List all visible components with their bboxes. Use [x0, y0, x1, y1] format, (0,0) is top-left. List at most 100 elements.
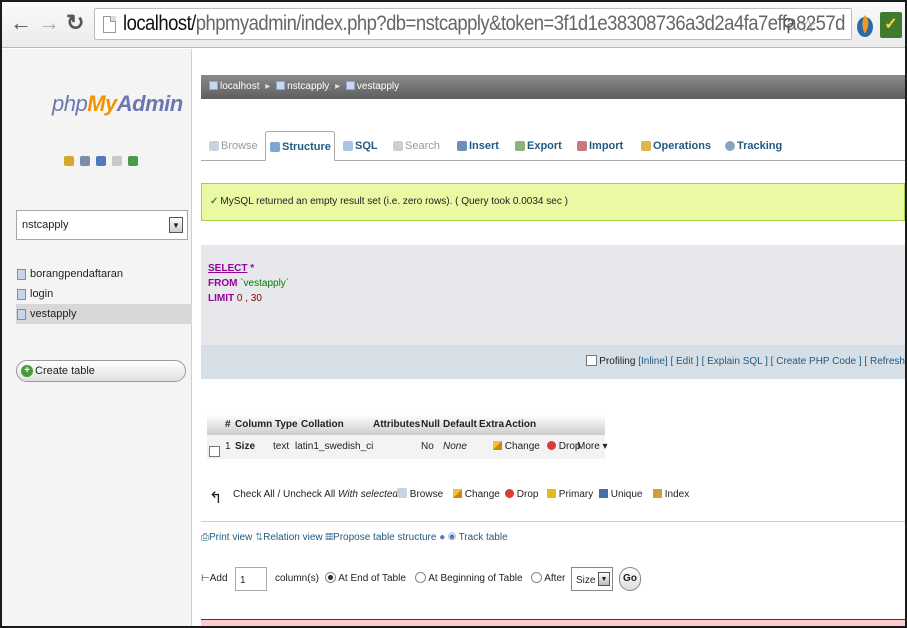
at-end-option[interactable]: At End of Table — [325, 566, 406, 592]
table-icon — [17, 289, 26, 300]
chevron-down-icon[interactable]: ▼ — [598, 572, 610, 586]
zoom-icon[interactable]: ⚲ — [782, 15, 795, 36]
table-item-vestapply[interactable]: vestapply — [16, 304, 192, 324]
bulk-primary-button[interactable]: Primary — [547, 481, 593, 509]
propose-label: Propose table structure — [333, 532, 437, 543]
header-collation[interactable]: Collation — [301, 415, 344, 435]
more-dropdown[interactable]: More ▾ — [577, 435, 608, 459]
relation-view-link[interactable]: ⇅Relation view — [255, 532, 322, 543]
profiling-checkbox[interactable] — [586, 355, 598, 366]
row-type: text — [273, 441, 290, 452]
tab-tracking[interactable]: Tracking — [721, 131, 787, 161]
structure-icon — [270, 142, 280, 152]
create-table-button[interactable]: + Create table — [16, 360, 186, 382]
bulk-change-button[interactable]: Change — [453, 481, 500, 509]
phpmyadmin-logo[interactable]: phpMyAdmin — [52, 91, 183, 117]
sql-action-links[interactable]: [Inline] [ Edit ] [ Explain SQL ] [ Crea… — [638, 356, 905, 367]
drop-icon — [505, 489, 514, 498]
tab-label: Operations — [653, 140, 712, 152]
table-item-label: vestapply — [30, 308, 77, 320]
after-option[interactable]: After — [531, 566, 565, 592]
breadcrumb-separator: ▸ — [335, 81, 341, 92]
tab-structure[interactable]: Structure — [265, 131, 335, 161]
bulk-unique-button[interactable]: Unique — [599, 481, 642, 509]
tab-export[interactable]: Export — [511, 131, 569, 161]
chevron-down-icon[interactable]: ▼ — [169, 217, 183, 233]
sql-from-rest: `vestapply` — [237, 278, 290, 289]
breadcrumb-table[interactable]: vestapply — [357, 81, 399, 92]
home-icon[interactable] — [64, 156, 74, 166]
after-column-value: Size — [576, 575, 596, 586]
tab-insert[interactable]: Insert — [453, 131, 507, 161]
add-label-text: Add — [209, 573, 228, 584]
header-num: # — [225, 419, 231, 430]
table-icon — [17, 309, 26, 320]
help-icon[interactable]: ● — [439, 532, 445, 543]
header-default[interactable]: Default — [443, 415, 477, 435]
breadcrumb-database[interactable]: nstcapply — [287, 81, 329, 92]
add-column-row: ⊢Add 1 column(s) At End of Table At Begi… — [201, 566, 905, 592]
import-icon — [577, 141, 587, 151]
back-arrow-icon[interactable]: ← — [10, 10, 32, 36]
at-beginning-radio[interactable] — [415, 572, 426, 583]
header-extra[interactable]: Extra — [479, 415, 504, 435]
logout-icon[interactable] — [80, 156, 90, 166]
header-type[interactable]: Type — [275, 415, 298, 435]
sql-line-select: SELECT * — [208, 263, 254, 274]
track-table-link[interactable]: ◉ Track table — [448, 532, 508, 543]
search-icon — [393, 141, 403, 151]
tab-sql[interactable]: SQL — [339, 131, 383, 161]
table-header-row: # Column Type Collation Attributes Null … — [207, 415, 605, 435]
after-column-select[interactable]: Size ▼ — [571, 567, 613, 591]
logo-my: My — [87, 91, 117, 116]
breadcrumb-server[interactable]: localhost — [220, 81, 259, 92]
table-item-borangpendaftaran[interactable]: borangpendaftaran — [16, 264, 192, 284]
go-button[interactable]: Go — [619, 567, 641, 591]
column-count-input[interactable]: 1 — [235, 567, 267, 591]
at-beginning-option[interactable]: At Beginning of Table — [415, 566, 523, 592]
at-end-radio[interactable] — [325, 572, 336, 583]
check-all-link[interactable]: Check All / Uncheck All With selected: — [233, 481, 401, 509]
docs-icon[interactable] — [112, 156, 122, 166]
tab-search[interactable]: Search — [389, 131, 447, 161]
flame-extension-icon[interactable] — [854, 12, 876, 38]
database-select[interactable]: nstcapply ▼ — [16, 210, 188, 240]
tab-operations[interactable]: Operations — [637, 131, 717, 161]
change-link[interactable]: Change — [493, 435, 540, 459]
drop-link[interactable]: Drop — [547, 435, 580, 459]
table-item-login[interactable]: login — [16, 284, 192, 304]
propose-structure-link[interactable]: ▦Propose table structure — [325, 532, 436, 543]
header-column[interactable]: Column — [235, 415, 272, 435]
address-bar[interactable]: localhost/phpmyadmin/index.php?db=nstcap… — [94, 8, 852, 40]
bookmark-star-icon[interactable]: ☆ — [799, 13, 817, 38]
header-null[interactable]: Null — [421, 415, 440, 435]
pencil-icon — [453, 489, 462, 498]
row-column-name: Size — [235, 441, 256, 452]
unique-icon — [599, 489, 608, 498]
help-icon[interactable] — [96, 156, 106, 166]
after-radio[interactable] — [531, 572, 542, 583]
sql-select-keyword[interactable]: SELECT — [208, 263, 247, 274]
url-text[interactable]: localhost/phpmyadmin/index.php?db=nstcap… — [123, 12, 845, 36]
row-checkbox[interactable] — [209, 441, 222, 465]
relation-view-label: Relation view — [263, 532, 323, 543]
tab-import[interactable]: Import — [573, 131, 633, 161]
url-host: localhost/ — [123, 12, 196, 35]
bulk-index-button[interactable]: Index — [653, 481, 689, 509]
export-icon — [515, 141, 525, 151]
reload-icon[interactable]: ↻ — [66, 10, 84, 36]
tab-browse[interactable]: Browse — [205, 131, 263, 161]
reload-nav-icon[interactable] — [128, 156, 138, 166]
bulk-browse-button[interactable]: Browse — [397, 481, 443, 509]
bulk-index-label: Index — [664, 489, 690, 500]
logo-admin: Admin — [116, 91, 183, 116]
extension-icon[interactable]: ✓ — [880, 12, 902, 38]
after-label: After — [544, 573, 566, 584]
bulk-drop-button[interactable]: Drop — [505, 481, 538, 509]
checkbox-box[interactable] — [209, 446, 220, 457]
header-attributes[interactable]: Attributes — [373, 415, 420, 435]
print-view-link[interactable]: ⎙Print view — [201, 532, 252, 543]
table-icon — [345, 81, 355, 90]
forward-arrow-icon[interactable]: → — [38, 10, 60, 36]
row-collation: latin1_swedish_ci — [295, 441, 374, 452]
